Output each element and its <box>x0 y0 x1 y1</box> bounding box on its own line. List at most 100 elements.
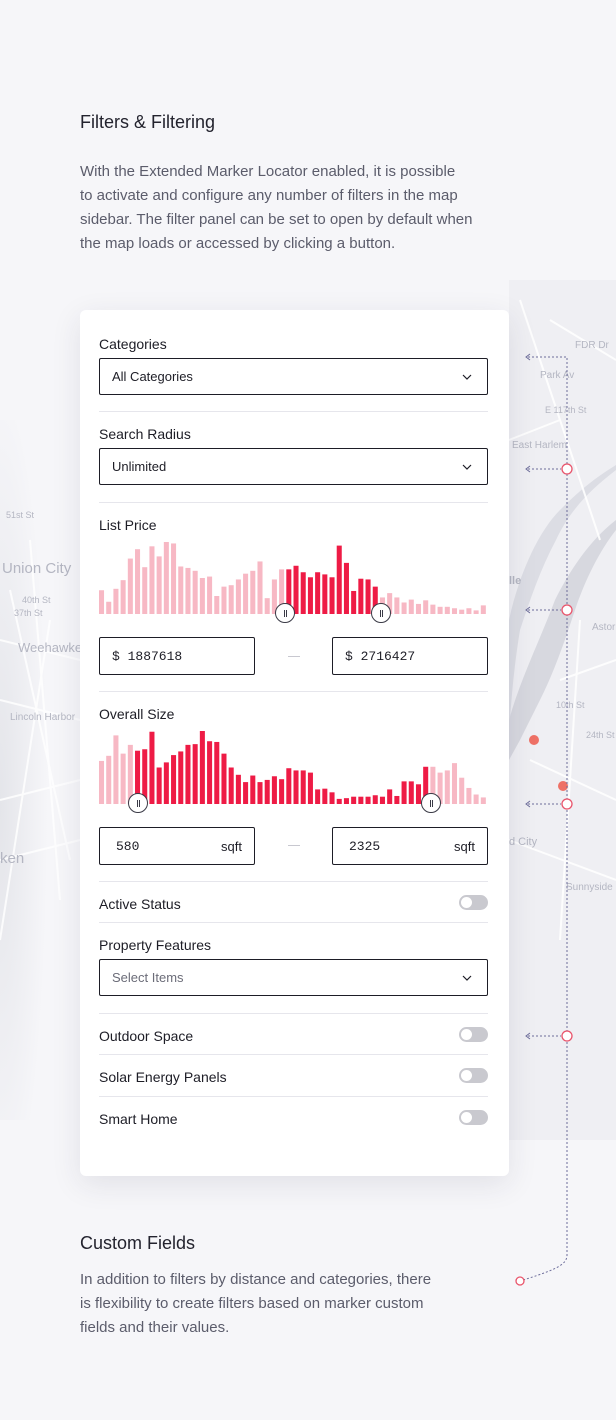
price-range-min-handle[interactable] <box>275 603 296 623</box>
histogram-bar <box>228 767 234 804</box>
histogram-bar <box>329 577 335 614</box>
price-label: List Price <box>99 517 157 533</box>
histogram-bar <box>307 577 313 614</box>
custom-line: In addition to filters by distance and c… <box>80 1271 432 1288</box>
active-status-toggle[interactable] <box>459 895 488 910</box>
histogram-bar <box>106 601 112 614</box>
histogram-bar <box>99 760 105 804</box>
histogram-bar <box>264 598 270 614</box>
histogram-bar <box>300 770 306 804</box>
custom-line: is flexibility to create filters based o… <box>80 1295 424 1312</box>
histogram-bar <box>444 606 450 614</box>
toggle-knob <box>461 897 472 908</box>
map-label: Lincoln Harbor <box>10 712 76 723</box>
histogram-bar <box>257 782 263 804</box>
categories-label: Categories <box>99 336 167 352</box>
size-max-value: 2325 <box>349 838 381 854</box>
histogram-bar <box>408 599 414 614</box>
solar-toggle[interactable] <box>459 1068 488 1083</box>
categories-select[interactable]: All Categories <box>99 358 488 395</box>
histogram-bar <box>156 556 162 614</box>
map-label: 51st St <box>6 510 35 520</box>
outdoor-toggle[interactable] <box>459 1027 488 1042</box>
histogram-bar <box>293 565 299 614</box>
features-placeholder: Select Items <box>112 970 184 985</box>
histogram-bar <box>365 579 371 614</box>
size-min-value: 580 <box>116 838 140 854</box>
chevron-down-icon <box>462 975 472 981</box>
histogram-bar <box>394 795 400 804</box>
callout-dot <box>515 1276 525 1286</box>
histogram-bar <box>178 566 184 614</box>
histogram-bar <box>466 787 472 804</box>
histogram-bar <box>207 741 213 804</box>
histogram-bar <box>142 567 148 614</box>
categories-value: All Categories <box>112 369 193 384</box>
smart-home-toggle[interactable] <box>459 1110 488 1125</box>
price-max-value: $ 2716427 <box>345 648 416 664</box>
intro-paragraph: With the Extended Marker Locator enabled… <box>80 160 473 256</box>
histogram-bar <box>336 798 342 804</box>
histogram-bar <box>135 549 141 614</box>
histogram-bar <box>437 606 443 614</box>
histogram-bar <box>171 543 177 614</box>
map-label: 40th St <box>22 595 51 605</box>
histogram-bar <box>387 789 393 804</box>
custom-title: Custom Fields <box>80 1233 196 1253</box>
divider <box>99 1013 488 1014</box>
histogram-bar <box>243 573 249 614</box>
price-range-max-handle[interactable] <box>370 603 391 623</box>
histogram-bar <box>336 545 342 614</box>
histogram-bar <box>250 775 256 804</box>
features-select[interactable]: Select Items <box>99 959 488 996</box>
histogram-bar <box>199 578 205 614</box>
histogram-bar <box>163 762 169 804</box>
histogram-bar <box>286 768 292 804</box>
histogram-bar <box>163 542 169 614</box>
histogram-bar <box>307 772 313 804</box>
toggle-knob <box>461 1070 472 1081</box>
size-min-unit: sqft <box>221 838 242 854</box>
features-label: Property Features <box>99 937 212 953</box>
histogram-bar <box>113 588 119 614</box>
histogram-bar <box>235 774 241 804</box>
size-max-input[interactable]: 2325 sqft <box>332 827 488 865</box>
custom-paragraph: In addition to filters by distance and c… <box>80 1268 431 1340</box>
divider <box>99 1054 488 1055</box>
histogram-bar <box>466 608 472 614</box>
histogram-bar <box>192 744 198 804</box>
divider <box>99 411 488 412</box>
histogram-bar <box>459 777 465 804</box>
histogram-bar <box>214 741 220 804</box>
histogram-bar <box>322 788 328 804</box>
price-min-input[interactable]: $ 1887618 <box>99 637 255 675</box>
histogram-bar <box>221 586 227 614</box>
histogram-bar <box>343 562 349 614</box>
histogram-bar <box>372 795 378 804</box>
histogram-bar <box>430 604 436 614</box>
histogram-bar <box>221 753 227 804</box>
histogram-bar <box>315 572 321 614</box>
size-min-input[interactable]: 580 sqft <box>99 827 255 865</box>
histogram-bar <box>250 570 256 614</box>
callout-connectors <box>515 353 573 1286</box>
range-separator <box>288 656 300 657</box>
smart-home-label: Smart Home <box>99 1111 178 1127</box>
divider <box>99 502 488 503</box>
size-range-max-handle[interactable] <box>420 793 441 813</box>
radius-select[interactable]: Unlimited <box>99 448 488 485</box>
custom-line: fields and their values. <box>80 1319 230 1336</box>
intro-line: With the Extended Marker Locator enabled… <box>80 163 456 180</box>
histogram-bar <box>264 779 270 804</box>
histogram-bar <box>120 580 126 614</box>
radius-label: Search Radius <box>99 426 191 442</box>
intro-line: to activate and configure any number of … <box>80 187 458 204</box>
histogram-bar <box>185 744 191 804</box>
histogram-bar <box>207 576 213 614</box>
size-range-min-handle[interactable] <box>127 793 148 813</box>
map-label: Union City <box>2 560 72 577</box>
price-max-input[interactable]: $ 2716427 <box>332 637 488 675</box>
histogram-bar <box>271 776 277 804</box>
histogram-bar <box>178 751 184 804</box>
histogram-bar <box>343 798 349 804</box>
